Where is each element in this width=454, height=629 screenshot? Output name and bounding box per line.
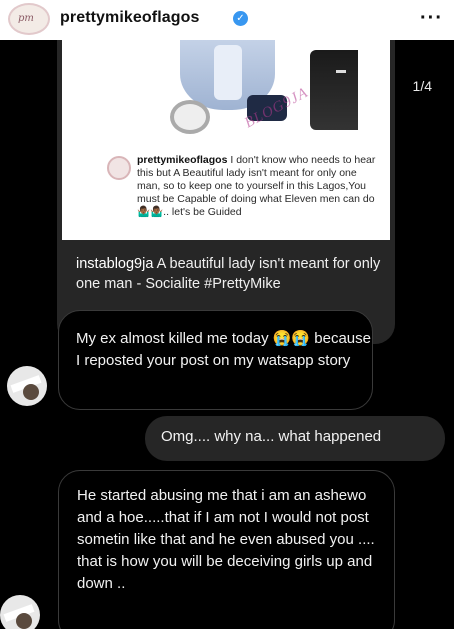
profile-avatar[interactable]: pm xyxy=(8,3,50,35)
caption-username: prettymikeoflagos xyxy=(137,154,228,166)
shared-post-username: instablog9ja xyxy=(76,256,154,272)
more-options-icon[interactable]: ··· xyxy=(420,7,443,30)
caption-avatar xyxy=(107,156,131,180)
shared-post-description: instablog9ja A beautiful lady isn't mean… xyxy=(76,254,381,294)
shared-post-image[interactable]: BLOG9JA prettymikeoflagos I don't know w… xyxy=(62,40,390,240)
sender-avatar[interactable] xyxy=(7,366,47,406)
post-photo xyxy=(110,40,358,140)
post-caption: prettymikeoflagos I don't know who needs… xyxy=(137,154,382,219)
profile-header: pm prettymikeoflagos ✓ ··· xyxy=(0,0,454,40)
message-bubble-received[interactable]: My ex almost killed me today 😭😭 because … xyxy=(58,310,373,410)
profile-username[interactable]: prettymikeoflagos xyxy=(60,9,200,27)
shared-post-card[interactable]: BLOG9JA prettymikeoflagos I don't know w… xyxy=(57,40,395,344)
verified-badge-icon: ✓ xyxy=(233,11,248,26)
message-bubble-sent[interactable]: Omg.... why na... what happened xyxy=(145,416,445,461)
sender-avatar[interactable] xyxy=(0,595,40,629)
direct-message-thread: BLOG9JA prettymikeoflagos I don't know w… xyxy=(0,40,454,629)
message-bubble-received[interactable]: He started abusing me that i am an ashew… xyxy=(58,470,395,629)
avatar-logo-text: pm xyxy=(18,13,34,24)
carousel-counter: 1/4 xyxy=(412,78,432,94)
